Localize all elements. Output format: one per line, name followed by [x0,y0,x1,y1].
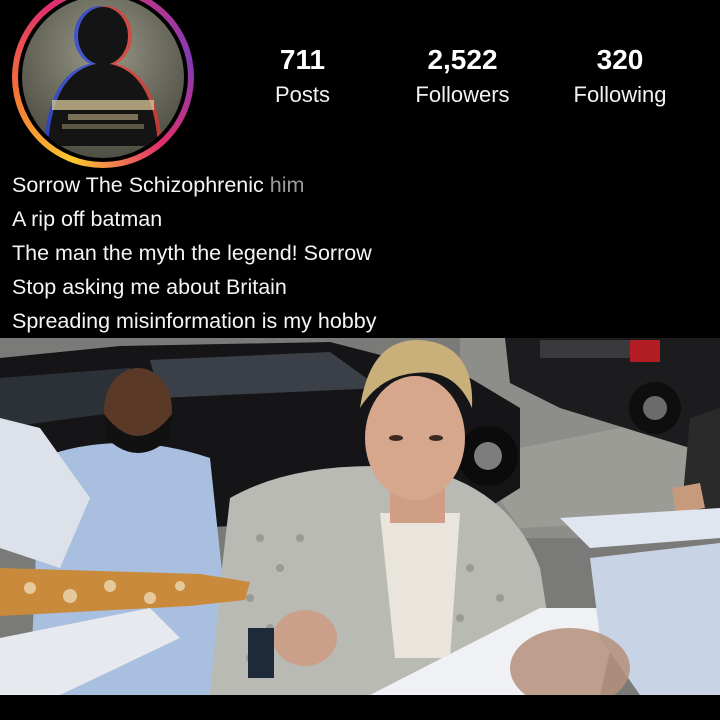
following-label: Following [573,82,667,107]
following-count: 320 [596,44,644,75]
avatar-gap [18,0,188,162]
post-photo[interactable] [0,338,720,695]
bio-line: Stop asking me about Britain [12,275,287,299]
posts-count: 711 [279,44,326,75]
profile-bio: Sorrow The Schizophrenic him A rip off b… [12,168,712,338]
following-stat[interactable]: 320 Following [560,44,680,110]
profile-avatar-ring[interactable] [12,0,194,168]
avatar[interactable] [22,0,184,158]
profile-stats: 711 Posts 2,522 Followers 320 Following [250,44,700,124]
photo-scene-icon [0,338,720,695]
followers-label: Followers [415,82,510,107]
avatar-figure-icon [44,6,162,146]
profile-name: Sorrow The Schizophrenic [12,173,264,197]
bio-line: Spreading misinformation is my hobby [12,309,377,333]
posts-stat[interactable]: 711 Posts [250,44,355,110]
bio-line: The man the myth the legend! Sorrow [12,241,372,265]
posts-label: Posts [274,82,331,107]
followers-stat[interactable]: 2,522 Followers [400,44,525,110]
profile-name-line: Sorrow The Schizophrenic him [12,168,712,202]
followers-count: 2,522 [427,44,498,75]
profile-pronoun: him [269,173,305,197]
bio-line: A rip off batman [12,207,163,231]
